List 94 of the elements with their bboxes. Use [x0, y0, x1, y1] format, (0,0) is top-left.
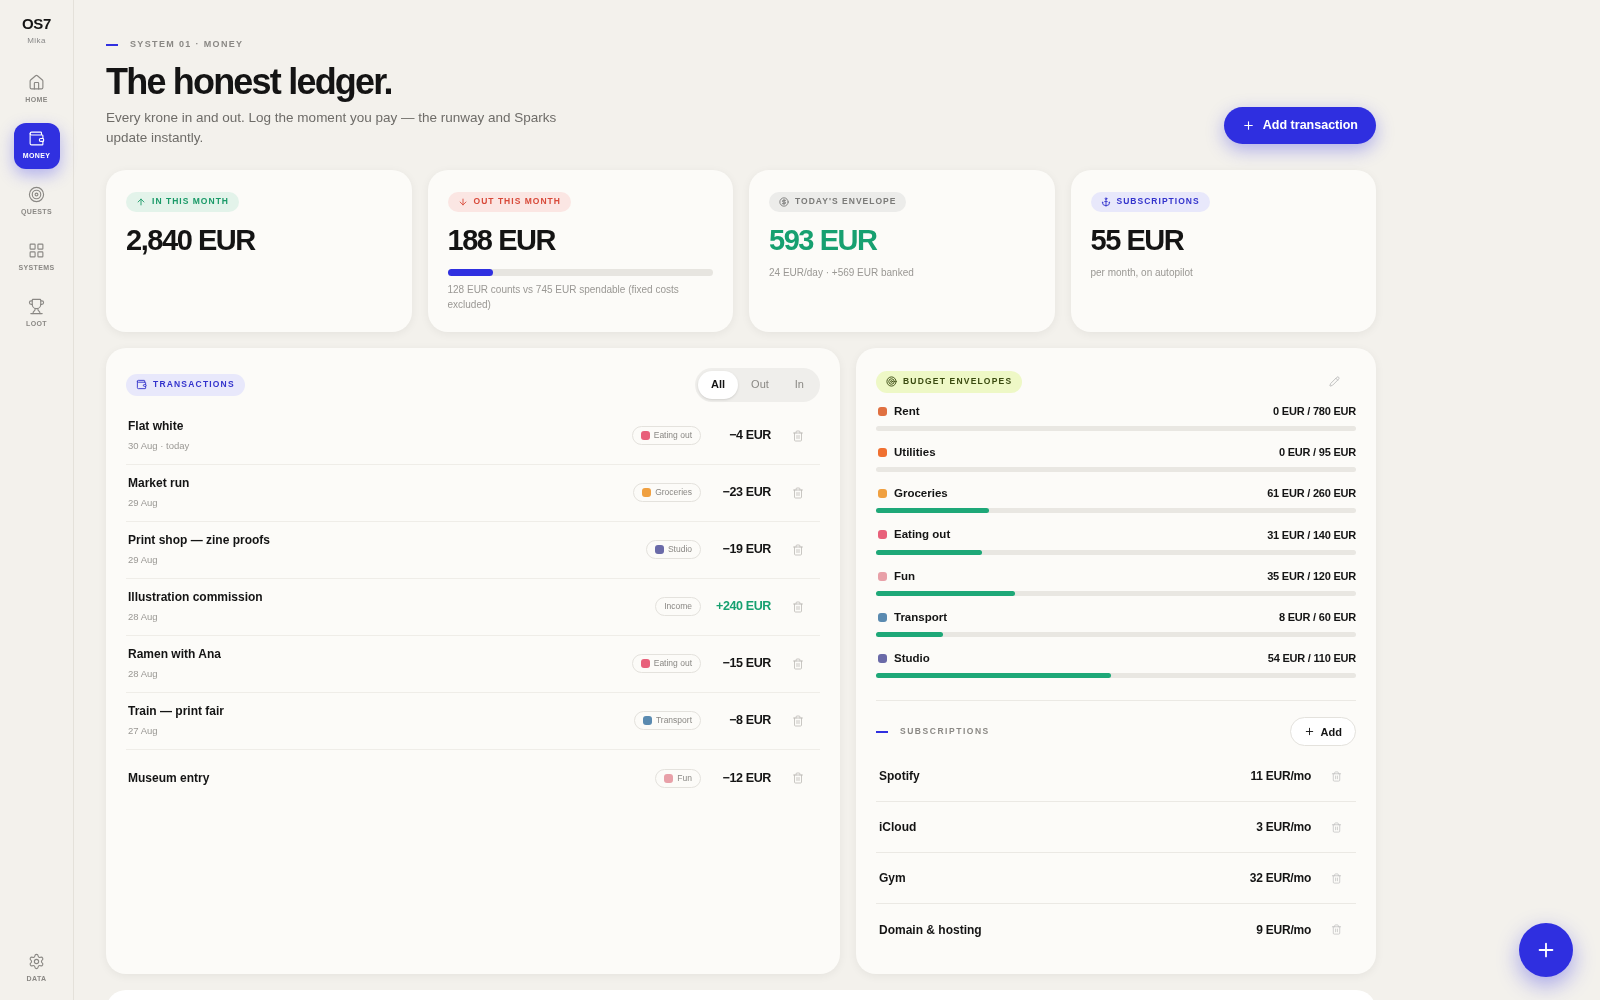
transaction-amount: −19 EUR: [721, 541, 771, 559]
stat-value: 188 EUR: [447, 225, 557, 255]
wallet-icon: [136, 379, 147, 390]
transaction-name: Flat white: [128, 418, 185, 436]
delete-icon[interactable]: [792, 657, 804, 670]
subscription-amount: 3 EUR/mo: [1256, 819, 1311, 837]
section-label: TRANSACTIONS: [126, 373, 245, 396]
category-tag: Fun: [655, 768, 701, 788]
floating-add-button[interactable]: [1519, 923, 1573, 977]
transaction-name: Market run: [128, 475, 191, 493]
stat-value: 55 EUR: [1090, 225, 1185, 255]
envelope-amount: 0 EUR / 780 EUR: [1273, 403, 1356, 419]
transaction-date: 30 Aug · today: [128, 439, 191, 454]
eyebrow-label: SYSTEM 01 · MONEY: [130, 38, 244, 51]
logo: OS7: [22, 16, 51, 31]
transaction-date: 28 Aug: [128, 610, 159, 625]
envelope-name: Utilities: [894, 444, 936, 460]
subscription-name: iCloud: [879, 819, 918, 837]
envelope-amount: 35 EUR / 120 EUR: [1267, 568, 1356, 584]
plus-icon: [1303, 726, 1315, 738]
nav-icon: [28, 186, 45, 204]
envelope-amount: 31 EUR / 140 EUR: [1267, 527, 1356, 543]
transaction-name: Illustration commission: [128, 589, 264, 607]
settings-icon: [28, 952, 45, 970]
delete-icon[interactable]: [792, 543, 804, 556]
transaction-name: Museum entry: [128, 770, 211, 787]
filter-tab[interactable]: Out: [738, 370, 782, 399]
stat-label: SUBSCRIPTIONS: [1090, 191, 1210, 212]
delete-icon[interactable]: [1331, 821, 1342, 833]
stat-icon: [136, 196, 146, 207]
stat-label: OUT THIS MONTH: [447, 191, 571, 212]
transaction-date: 28 Aug: [128, 667, 159, 682]
stat-label: TODAY'S ENVELOPE: [769, 191, 907, 212]
envelope-name: Fun: [894, 568, 916, 584]
transaction-amount: −12 EUR: [721, 769, 771, 787]
section-label: SUBSCRIPTIONS: [900, 725, 990, 739]
transaction-amount: −4 EUR: [728, 427, 771, 445]
subscription-name: Spotify: [879, 768, 921, 786]
stat-note: 128 EUR counts vs 745 EUR spendable (fixed costs excluded): [447, 282, 680, 312]
envelope-name: Rent: [894, 403, 920, 419]
stat-icon: [1100, 196, 1111, 207]
delete-icon[interactable]: [792, 600, 804, 613]
envelope-name: Transport: [894, 609, 948, 625]
transaction-amount: −23 EUR: [721, 484, 771, 502]
filter-tab[interactable]: In: [781, 370, 817, 399]
transaction-name: Ramen with Ana: [128, 646, 222, 664]
subscription-name: Gym: [879, 870, 907, 888]
envelope-amount: 0 EUR / 95 EUR: [1279, 445, 1356, 461]
stat-value: 2,840 EUR: [126, 225, 257, 255]
user-name: Mika: [27, 35, 46, 47]
edit-icon[interactable]: [1329, 376, 1340, 387]
delete-icon[interactable]: [792, 486, 804, 499]
nav-icon: [28, 130, 45, 148]
envelope-name: Eating out: [894, 527, 951, 543]
stat-note: 24 EUR/day · +569 EUR banked: [769, 265, 915, 280]
nav-icon: [28, 74, 45, 92]
stat-note: per month, on autopilot: [1090, 265, 1194, 280]
transaction-date: 27 Aug: [128, 724, 159, 739]
transaction-amount: +240 EUR: [714, 598, 771, 616]
transaction-name: Print shop — zine proofs: [128, 532, 271, 550]
add-transaction-button[interactable]: Add transaction: [1223, 106, 1376, 144]
page-subtitle: Every krone in and out. Log the moment you pay — the runway and Sparks update instantly.: [106, 108, 558, 147]
add-button[interactable]: Add: [1289, 717, 1356, 747]
transaction-amount: −8 EUR: [728, 712, 771, 730]
plus-icon: [1241, 118, 1255, 132]
transaction-amount: −15 EUR: [721, 655, 771, 673]
stat-icon: [457, 196, 468, 207]
section-label: BUDGET ENVELOPES: [876, 370, 1023, 393]
envelope-amount: 8 EUR / 60 EUR: [1279, 610, 1356, 626]
delete-icon[interactable]: [1331, 924, 1342, 936]
subscription-name: Domain & hosting: [879, 921, 983, 939]
delete-icon[interactable]: [792, 429, 804, 442]
page-title: The honest ledger.: [106, 63, 393, 100]
delete-icon[interactable]: [1331, 872, 1342, 884]
envelope-name: Studio: [894, 651, 930, 666]
envelope-name: Groceries: [894, 486, 948, 501]
target-icon: [886, 376, 897, 387]
filter-tab[interactable]: All: [698, 370, 739, 399]
transaction-date: 29 Aug: [128, 496, 159, 511]
transaction-name: Train — print fair: [128, 703, 225, 721]
stat-value: 593 EUR: [769, 225, 878, 255]
delete-icon[interactable]: [792, 772, 804, 784]
subscription-amount: 11 EUR/mo: [1250, 768, 1311, 786]
stat-label: IN THIS MONTH: [126, 191, 239, 212]
delete-icon[interactable]: [792, 714, 804, 727]
envelope-amount: 54 EUR / 110 EUR: [1267, 651, 1356, 667]
stat-icon: [779, 196, 789, 207]
delete-icon[interactable]: [1331, 770, 1342, 782]
subscription-amount: 32 EUR/mo: [1249, 870, 1311, 888]
transaction-date: 29 Aug: [128, 553, 159, 568]
subscription-amount: 9 EUR/mo: [1256, 921, 1311, 939]
nav-icon: [28, 298, 45, 316]
envelope-amount: 61 EUR / 260 EUR: [1267, 486, 1356, 502]
nav-icon: [28, 242, 45, 260]
